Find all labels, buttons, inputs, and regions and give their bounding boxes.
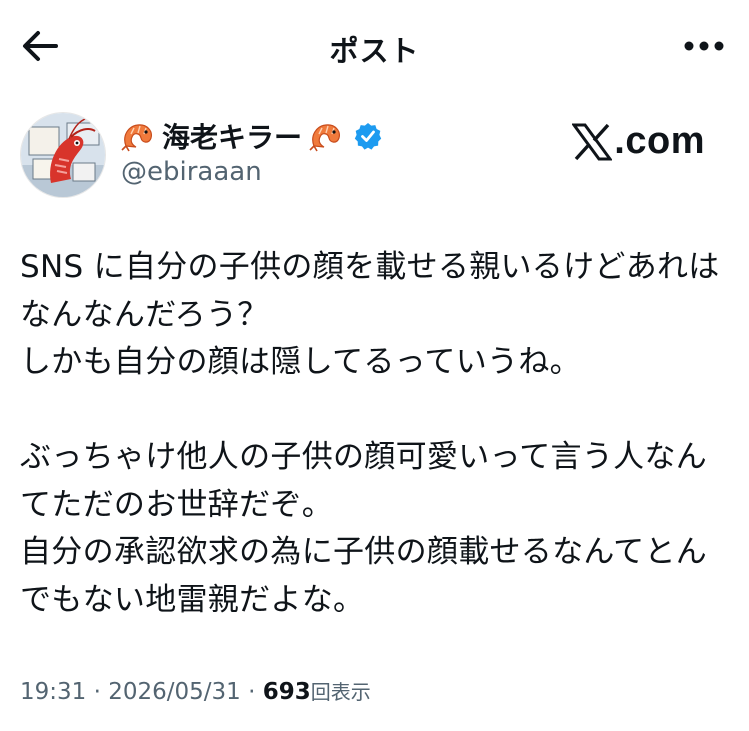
- tweet-meta: 19:31 · 2026/05/31 · 693回表示: [20, 676, 371, 705]
- watermark: .com: [572, 120, 705, 163]
- verified-badge-icon: [354, 123, 382, 150]
- meta-separator: ·: [248, 679, 256, 705]
- meta-separator: ·: [93, 679, 101, 705]
- author-name-row[interactable]: 海老キラー: [120, 118, 382, 154]
- tweet-text: SNS に自分の子供の顔を載せる親いるけどあれはなんなんだろう？ しかも自分の顔…: [20, 249, 720, 618]
- tweet-date[interactable]: 2026/05/31: [108, 679, 241, 705]
- watermark-text: .com: [614, 120, 705, 162]
- post-page: ポスト 海老キラー @ebiraaan .com SNS に自分の子供の顔を載せ…: [0, 0, 749, 731]
- shrimp-icon: [309, 124, 340, 152]
- more-horizontal-icon: [684, 41, 724, 51]
- author-display-name: 海老キラー: [162, 121, 303, 154]
- avatar[interactable]: [20, 112, 106, 198]
- x-logo-icon: [572, 123, 613, 160]
- more-options-button[interactable]: [681, 34, 727, 58]
- shrimp-icon: [121, 124, 152, 152]
- top-bar: ポスト: [0, 0, 749, 92]
- tweet-time[interactable]: 19:31: [20, 679, 86, 705]
- page-title: ポスト: [329, 34, 420, 68]
- author-handle[interactable]: @ebiraaan: [121, 157, 262, 187]
- views-label: 回表示: [310, 680, 371, 704]
- avatar-image: [21, 113, 105, 197]
- views-count: 693: [262, 679, 311, 705]
